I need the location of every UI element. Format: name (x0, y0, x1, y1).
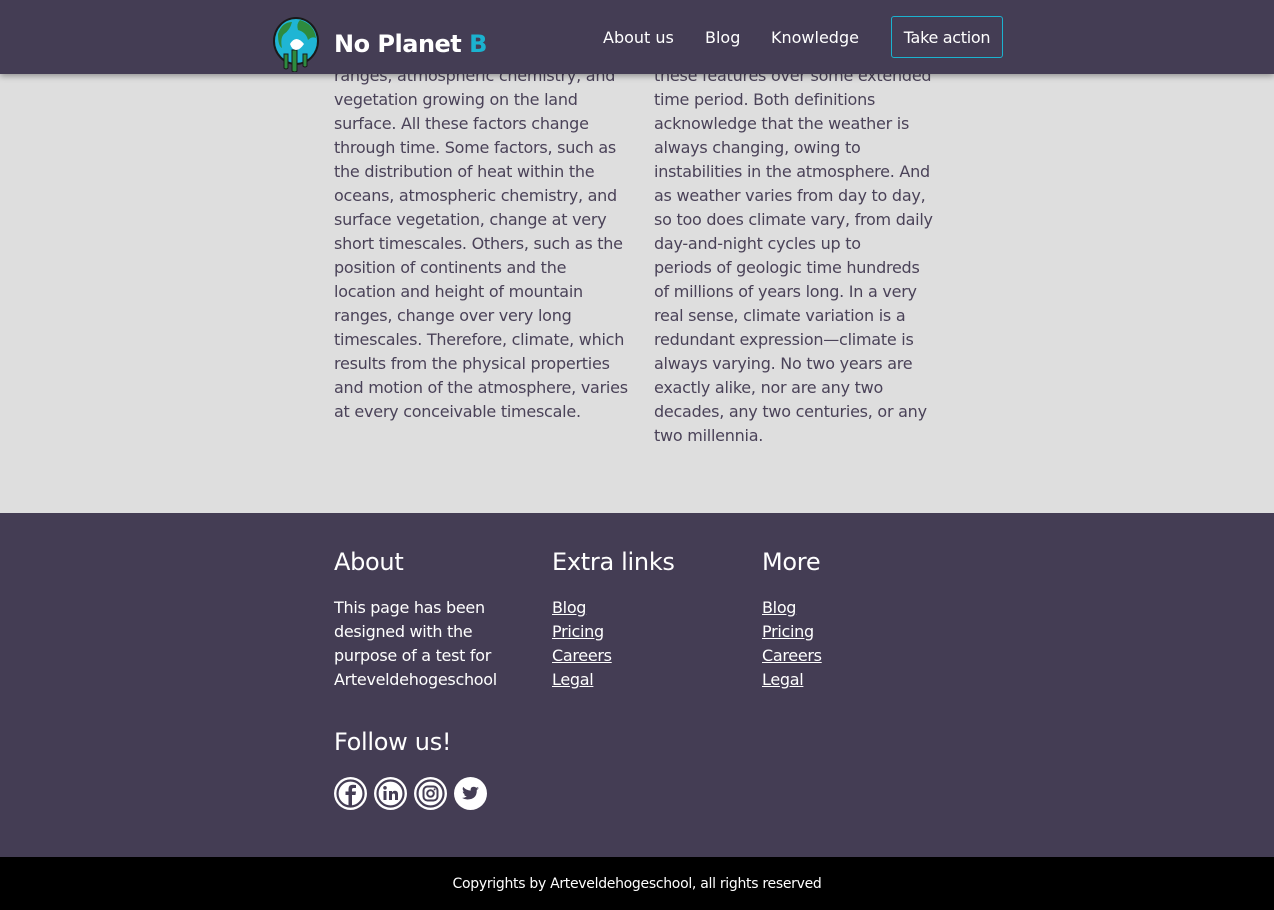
article-text-line: the distribution of heat within the (334, 162, 595, 181)
article-text-line: as weather varies from day to day, (654, 186, 926, 205)
article-text-line: through time. Some factors, such as (334, 138, 617, 157)
article-text-line: at every conceivable timescale. (334, 402, 581, 421)
earth-logo-icon (273, 17, 319, 72)
article-column-right: these features over some extended time pe… (654, 64, 944, 448)
footer-follow-title: Follow us! (334, 728, 452, 756)
article-text-line: location and height of mountain (334, 282, 583, 301)
nav-knowledge[interactable]: Knowledge (771, 28, 859, 47)
copyright-bar: Copyrights by Arteveldehogeschool, all r… (0, 857, 1274, 910)
footer-extra-links: Blog Pricing Careers Legal (552, 596, 612, 692)
footer-about-title: About (334, 548, 404, 576)
article-text-line: and motion of the atmosphere, varies (334, 378, 628, 397)
footer-more-link-legal[interactable]: Legal (762, 668, 822, 692)
footer-about-line: designed with the (334, 622, 473, 641)
article-text-line: timescales. Therefore, climate, which (334, 330, 625, 349)
article-text-line: two millennia. (654, 426, 764, 445)
site-footer: About This page has been designed with t… (0, 513, 1274, 857)
footer-link-blog[interactable]: Blog (552, 596, 612, 620)
twitter-icon (462, 786, 479, 800)
take-action-button[interactable]: Take action (891, 16, 1003, 58)
article-text-line: always changing, owing to (654, 138, 861, 157)
article-text-line: real sense, climate variation is a (654, 306, 906, 325)
footer-more-links: Blog Pricing Careers Legal (762, 596, 822, 692)
footer-about-line: This page has been (334, 598, 485, 617)
linkedin-link[interactable] (374, 777, 407, 810)
article-text-line: always varying. No two years are (654, 354, 913, 373)
article-text-line: day-and-night cycles up to (654, 234, 861, 253)
footer-extra-links-title: Extra links (552, 548, 675, 576)
article-text-line: surface. All these factors change (334, 114, 589, 133)
article-text-line: time period. Both definitions (654, 90, 876, 109)
article-text-line: of millions of years long. In a very (654, 282, 917, 301)
article-text-line: position of continents and the (334, 258, 567, 277)
article-text-line: exactly alike, nor are any two (654, 378, 884, 397)
linkedin-icon (376, 779, 405, 808)
article-text-line: periods of geologic time hundreds (654, 258, 920, 277)
site-header: No Planet B About us Blog Knowledge Take… (0, 0, 1274, 74)
social-links (334, 777, 494, 810)
copyright-text: Copyrights by Arteveldehogeschool, all r… (452, 875, 822, 892)
logo-link[interactable]: No Planet B (270, 14, 487, 72)
footer-link-careers[interactable]: Careers (552, 644, 612, 668)
article-text-line: short timescales. Others, such as the (334, 234, 623, 253)
instagram-icon (416, 779, 445, 808)
footer-link-pricing[interactable]: Pricing (552, 620, 612, 644)
article-text-line: oceans, atmospheric chemistry, and (334, 186, 617, 205)
footer-link-legal[interactable]: Legal (552, 668, 612, 692)
footer-more-link-careers[interactable]: Careers (762, 644, 822, 668)
footer-more-link-blog[interactable]: Blog (762, 596, 822, 620)
facebook-link[interactable] (334, 777, 367, 810)
footer-about-line: Arteveldehogeschool (334, 670, 497, 689)
nav-blog[interactable]: Blog (705, 28, 740, 47)
article-text-line: surface vegetation, change at very (334, 210, 607, 229)
footer-about-line: purpose of a test for (334, 646, 491, 665)
article-text-line: instabilities in the atmosphere. And (654, 162, 930, 181)
instagram-link[interactable] (414, 777, 447, 810)
nav-about-us[interactable]: About us (603, 28, 674, 47)
article-text-line: acknowledge that the weather is (654, 114, 910, 133)
footer-more-title: More (762, 548, 821, 576)
footer-about-text: This page has been designed with the pur… (334, 596, 497, 692)
twitter-link[interactable] (454, 777, 487, 810)
brand-name: No Planet B (334, 30, 487, 58)
footer-more-link-pricing[interactable]: Pricing (762, 620, 822, 644)
article-text-line: vegetation growing on the land (334, 90, 578, 109)
article-text-line: decades, any two centuries, or any (654, 402, 927, 421)
article-text-line: so too does climate vary, from daily (654, 210, 933, 229)
article-text-line: redundant expression—climate is (654, 330, 914, 349)
article-column-left: ranges, atmospheric chemistry, and vegeta… (334, 64, 638, 424)
article-text-line: results from the physical properties (334, 354, 610, 373)
article-text-line: ranges, change over very long (334, 306, 572, 325)
facebook-icon (336, 779, 365, 808)
